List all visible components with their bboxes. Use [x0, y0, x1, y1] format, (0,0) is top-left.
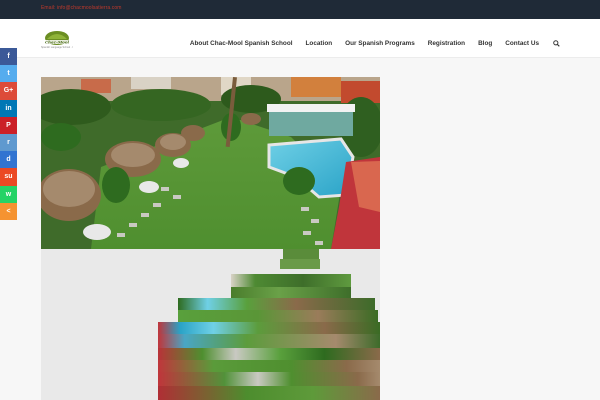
share-icon: <: [6, 207, 11, 215]
google-plus-button[interactable]: G+: [0, 82, 17, 100]
logo-name: Chac-Mool: [45, 40, 70, 45]
reddit-icon: r: [7, 139, 10, 147]
contact-email[interactable]: Email: info@chacmoolsatierra.com: [41, 5, 122, 11]
logo-icon: Chac-Mool: [45, 31, 70, 45]
slider-slice: [158, 360, 380, 372]
slider-slice: [283, 249, 319, 259]
nav-blog[interactable]: Blog: [478, 40, 492, 47]
social-share-bar: f t G+ in P r d su w <: [0, 48, 17, 220]
slider-slice: [158, 322, 380, 334]
slider-slice: [178, 310, 378, 322]
google-plus-icon: G+: [3, 87, 14, 95]
slider-slice: [158, 386, 380, 400]
nav-contact[interactable]: Contact Us: [505, 40, 539, 47]
pinterest-button[interactable]: P: [0, 116, 17, 134]
main-nav: About Chac-Mool Spanish School Location …: [177, 40, 560, 47]
twitter-icon: t: [7, 70, 10, 78]
nav-programs[interactable]: Our Spanish Programs: [345, 40, 415, 47]
facebook-icon: f: [7, 53, 10, 61]
linkedin-button[interactable]: in: [0, 99, 17, 117]
whatsapp-button[interactable]: w: [0, 185, 17, 203]
slider-slice: [231, 287, 351, 298]
delicious-icon: d: [6, 156, 11, 164]
stumbleupon-icon: su: [4, 173, 13, 181]
slider-slice: [158, 372, 380, 386]
slider-slice: [280, 259, 320, 269]
logo-tagline: Spanish Language School · Cuernavaca: [41, 46, 73, 49]
top-bar: Email: info@chacmoolsatierra.com: [0, 0, 600, 19]
delicious-button[interactable]: d: [0, 151, 17, 169]
nav-registration[interactable]: Registration: [428, 40, 465, 47]
twitter-button[interactable]: t: [0, 65, 17, 83]
garden-pool-image: [41, 77, 380, 249]
logo[interactable]: Chac-Mool Spanish Language School · Cuer…: [41, 27, 73, 49]
pinterest-icon: P: [6, 121, 11, 129]
slider-slice: [178, 298, 375, 310]
nav-location[interactable]: Location: [306, 40, 333, 47]
share-more-button[interactable]: <: [0, 202, 17, 220]
hero-photo: [41, 77, 380, 249]
search-icon[interactable]: [553, 40, 560, 47]
slider-slice: [158, 334, 380, 348]
slider-slice: [158, 348, 380, 360]
slider-slice: [231, 274, 351, 287]
facebook-button[interactable]: f: [0, 48, 17, 66]
stumbleupon-button[interactable]: su: [0, 168, 17, 186]
site-header: Chac-Mool Spanish Language School · Cuer…: [0, 19, 600, 58]
whatsapp-icon: w: [5, 190, 12, 198]
reddit-button[interactable]: r: [0, 133, 17, 152]
nav-about[interactable]: About Chac-Mool Spanish School: [190, 40, 293, 47]
linkedin-icon: in: [5, 104, 12, 112]
